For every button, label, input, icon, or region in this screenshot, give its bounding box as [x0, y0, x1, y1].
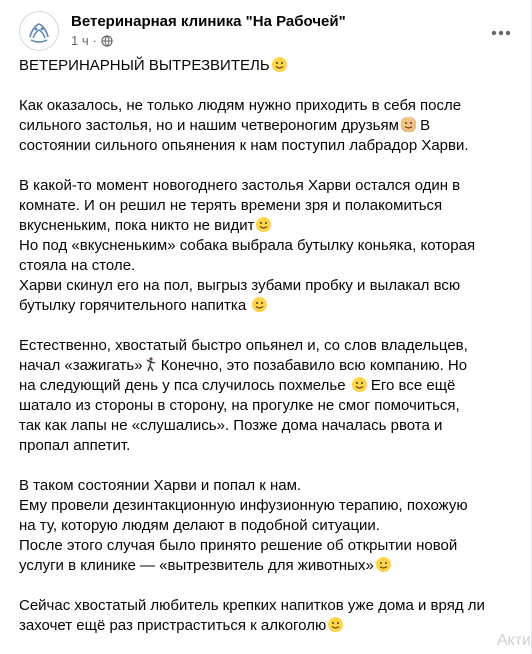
post-paragraph: Как оказалось, не только людям нужно при…	[19, 96, 514, 156]
post-text-line: Но под «вкусненьким» собака выбрала буты…	[19, 236, 514, 256]
post-text-line: стояла на столе.	[19, 256, 514, 276]
post-text: Но под «вкусненьким» собака выбрала буты…	[19, 237, 476, 254]
post-text: стояла на столе.	[19, 257, 136, 274]
post-paragraph: ВЕТЕРИНАРНЫЙ ВЫТРЕЗВИТЕЛЬ	[19, 56, 514, 76]
post-text: ВЕТЕРИНАРНЫЙ ВЫТРЕЗВИТЕЛЬ	[19, 57, 270, 74]
post-text-line: После этого случая было принято решение …	[19, 536, 514, 556]
post-text: шатало из стороны в сторону, на прогулке…	[19, 397, 460, 414]
post-text: Конечно, это позабавило всю компанию. Но	[156, 357, 468, 374]
hushed-face-icon	[351, 377, 367, 392]
clinic-logo-icon	[21, 13, 57, 49]
post-text-line: вкусненьким, пока никто не видит	[19, 216, 514, 236]
post-text-line: так как лапы не «слушались». Позже дома …	[19, 416, 514, 436]
facebook-post: Ветеринарная клиника "На Рабочей" 1 ч · …	[0, 0, 532, 654]
post-text: состоянии сильного опьянения к нам посту…	[19, 137, 469, 154]
post-text: так как лапы не «слушались». Позже дома …	[19, 417, 443, 434]
post-text-line: на следующий день у пса случилось похмел…	[19, 376, 514, 396]
post-paragraph: В какой-то момент новогоднего застолья Х…	[19, 176, 514, 316]
post-text-line: ВЕТЕРИНАРНЫЙ ВЫТРЕЗВИТЕЛЬ	[19, 56, 514, 76]
post-text: захочет ещё раз пристраститься к алкогол…	[19, 617, 327, 634]
post-text-line: Как оказалось, не только людям нужно при…	[19, 96, 514, 116]
laughing-face-icon	[375, 557, 391, 572]
post-text: В таком состоянии Харви и попал к нам.	[19, 477, 302, 494]
post-text: начал «зажигать»	[19, 357, 143, 374]
post-text: бутылку горячительного напитка	[19, 297, 251, 314]
post-text: услуги в клинике — «вытрезвитель для жив…	[19, 557, 374, 574]
post-text: пропал аппетит.	[19, 437, 131, 454]
post-text-line: сильного застолья, но и нашим четвероног…	[19, 116, 514, 136]
post-text: комнате. И он решил не терять времени зр…	[19, 197, 443, 214]
post-text-line: шатало из стороны в сторону, на прогулке…	[19, 396, 514, 416]
more-options-button[interactable]	[483, 15, 519, 51]
post-text-line: пропал аппетит.	[19, 436, 514, 456]
post-meta: 1 ч ·	[71, 33, 113, 48]
post-paragraph: Естественно, хвостатый быстро опьянел и,…	[19, 336, 514, 456]
dancing-man-icon	[145, 357, 157, 372]
post-text-line: Естественно, хвостатый быстро опьянел и,…	[19, 336, 514, 356]
post-text: на ту, которую людям делают в подобной с…	[19, 517, 380, 534]
post-text-line: Харви скинул его на пол, выгрыз зубами п…	[19, 276, 514, 296]
post-text-line: Сейчас хвостатый любитель крепких напитк…	[19, 596, 514, 616]
post-header: Ветеринарная клиника "На Рабочей" 1 ч ·	[19, 11, 519, 51]
post-text-line: состоянии сильного опьянения к нам посту…	[19, 136, 514, 156]
more-options-icon	[491, 30, 511, 36]
post-text-line: комнате. И он решил не терять времени зр…	[19, 196, 514, 216]
post-text: вкусненьким, пока никто не видит	[19, 217, 255, 234]
activate-windows-watermark: Акти	[496, 632, 531, 649]
post-text: Сейчас хвостатый любитель крепких напитк…	[19, 597, 485, 614]
post-paragraph: В таком состоянии Харви и попал к нам. Ем…	[19, 476, 514, 576]
post-text: Естественно, хвостатый быстро опьянел и,…	[19, 337, 468, 354]
post-time-link[interactable]: 1 ч	[71, 33, 89, 48]
laughing-face-icon	[271, 57, 287, 72]
post-text-line: услуги в клинике — «вытрезвитель для жив…	[19, 556, 514, 576]
post-text-line: В какой-то момент новогоднего застолья Х…	[19, 176, 514, 196]
post-text-line: Ему провели дезинтакционную инфузионную …	[19, 496, 514, 516]
post-text: В какой-то момент новогоднего застолья Х…	[19, 177, 461, 194]
yum-face-icon	[256, 217, 272, 232]
page-avatar[interactable]	[19, 11, 59, 51]
post-text: Его все ещё	[366, 377, 456, 394]
post-paragraph: Сейчас хвостатый любитель крепких напитк…	[19, 596, 514, 636]
post-body-text: ВЕТЕРИНАРНЫЙ ВЫТРЕЗВИТЕЛЬ Как оказалось, …	[19, 56, 514, 654]
post-text-line: бутылку горячительного напитка	[19, 296, 514, 316]
post-text-line: захочет ещё раз пристраститься к алкогол…	[19, 616, 514, 636]
grinning-face-icon	[252, 297, 268, 312]
post-text: После этого случая было принято решение …	[19, 537, 458, 554]
dog-face-icon	[400, 117, 416, 132]
post-text-line: на ту, которую людям делают в подобной с…	[19, 516, 514, 536]
post-text: Харви скинул его на пол, выгрыз зубами п…	[19, 277, 461, 294]
meta-separator: ·	[92, 33, 97, 48]
post-text: Ему провели дезинтакционную инфузионную …	[19, 497, 468, 514]
post-text: В	[415, 117, 431, 134]
post-text-line: начал «зажигать» Конечно, это позабавило…	[19, 356, 514, 376]
wink-face-icon	[328, 617, 344, 632]
post-text-line: В таком состоянии Харви и попал к нам.	[19, 476, 514, 496]
post-text: Как оказалось, не только людям нужно при…	[19, 97, 462, 114]
page-name-link[interactable]: Ветеринарная клиника "На Рабочей"	[71, 13, 346, 30]
globe-icon[interactable]	[101, 34, 113, 47]
post-text: на следующий день у пса случилось похмел…	[19, 377, 350, 394]
post-text: сильного застолья, но и нашим четвероног…	[19, 117, 399, 134]
